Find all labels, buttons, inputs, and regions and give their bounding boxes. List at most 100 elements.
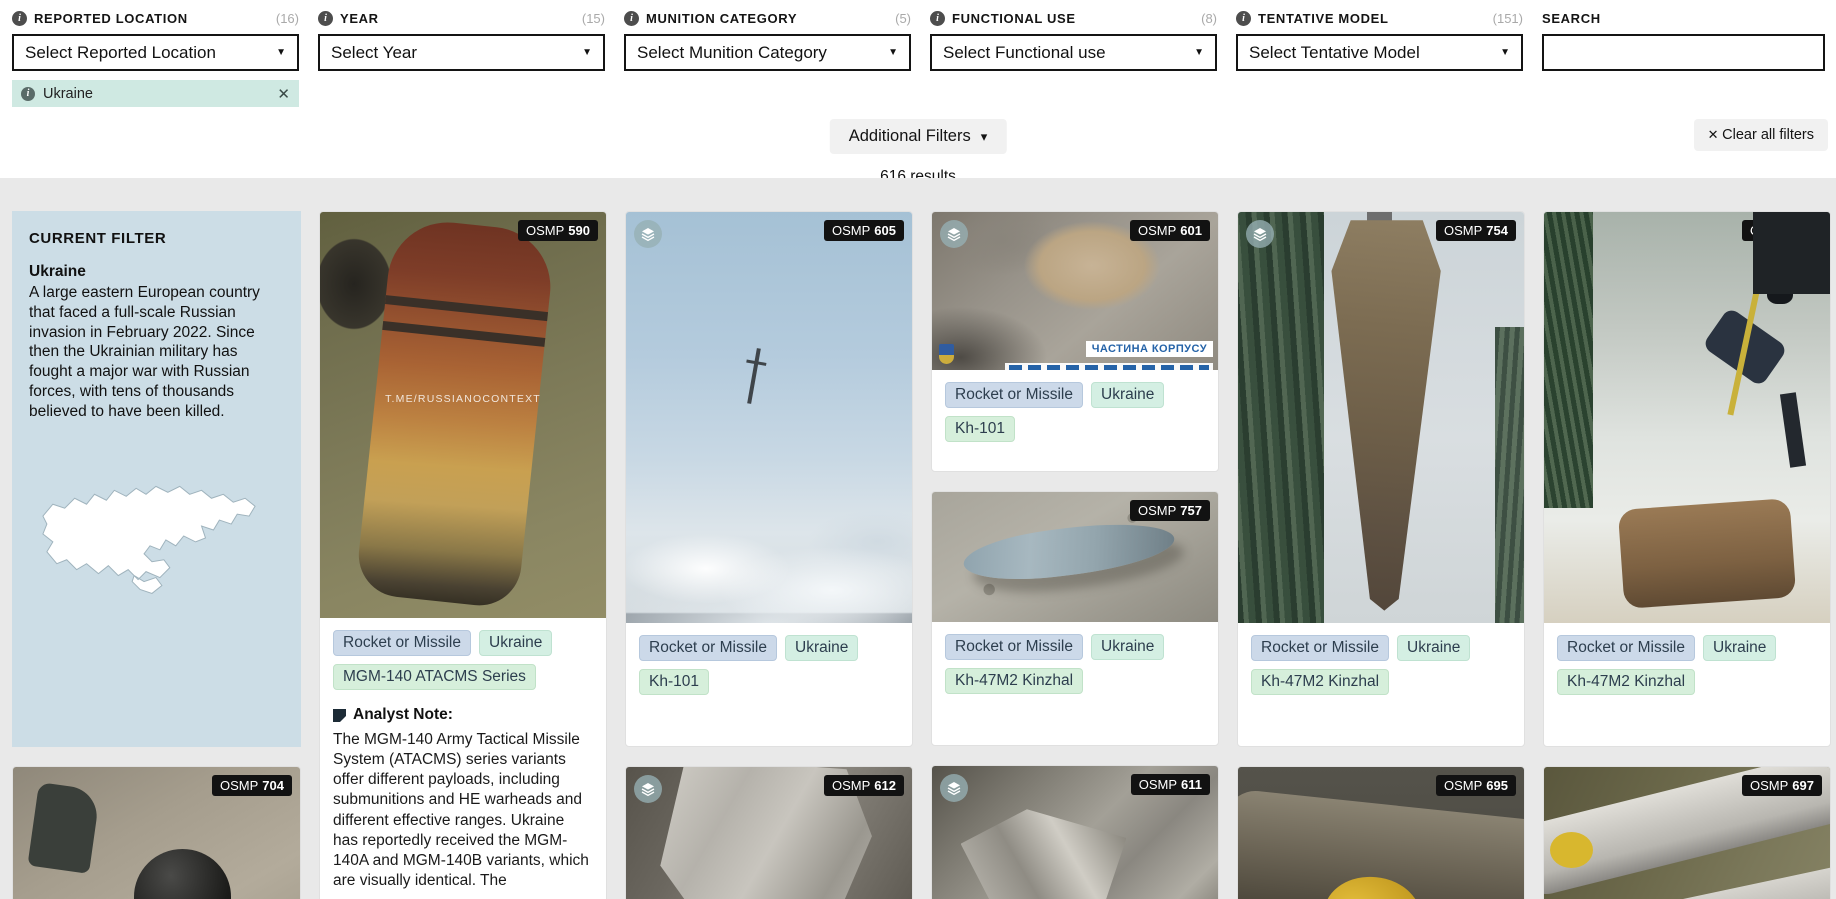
clear-all-filters-button[interactable]: Clear all filters (1693, 119, 1828, 151)
select-placeholder: Select Tentative Model (1249, 42, 1420, 62)
functional-use-select[interactable]: Select Functional use (930, 34, 1217, 71)
tag-model: Kh-47M2 Kinzhal (1251, 669, 1390, 695)
tag-location: Ukraine (1397, 635, 1471, 661)
badge-prefix: OSMP (1750, 223, 1789, 238)
result-card-osmp-590[interactable]: T.ME/RUSSIANOCONTEXT OSMP 590 Rocket or M… (319, 211, 607, 899)
filter-count: (15) (581, 10, 605, 26)
search-input[interactable] (1542, 34, 1825, 71)
layers-icon (940, 774, 968, 802)
info-icon (21, 86, 35, 101)
card-column-5: OSMP 755 Rocket or Missile Ukraine Kh-47M… (1543, 211, 1831, 899)
card-column-2: OSMP 605 Rocket or Missile Ukraine Kh-101 (625, 211, 913, 899)
badge-number: 704 (262, 778, 284, 793)
badge-prefix: OSMP (526, 223, 565, 238)
badge-prefix: OSMP (220, 778, 259, 793)
ukraine-map (29, 454, 284, 609)
result-card-osmp-611[interactable]: OSMP 611 (931, 765, 1219, 899)
munition-photo: OSMP 754 (1238, 212, 1524, 623)
sidebar-column: CURRENT FILTER Ukraine A large eastern E… (12, 211, 301, 899)
filter-group-functional-use: FUNCTIONAL USE (8) Select Functional use (930, 9, 1217, 107)
badge-prefix: OSMP (1444, 778, 1483, 793)
tag-category: Rocket or Missile (945, 382, 1083, 408)
osmp-badge: OSMP 601 (1130, 220, 1210, 241)
filter-group-munition-category: MUNITION CATEGORY (5) Select Munition Ca… (624, 9, 911, 107)
filter-bar: REPORTED LOCATION (16) Select Reported L… (0, 0, 1836, 107)
result-card-osmp-605[interactable]: OSMP 605 Rocket or Missile Ukraine Kh-101 (625, 211, 913, 747)
osmp-badge: OSMP 612 (824, 775, 904, 796)
active-filter-chip-ukraine[interactable]: Ukraine (12, 80, 299, 107)
tag-location: Ukraine (1703, 635, 1777, 661)
badge-number: 697 (1792, 778, 1814, 793)
select-placeholder: Select Year (331, 42, 418, 62)
select-placeholder: Select Munition Category (637, 42, 827, 62)
munition-photo: OSMP 601 ЧАСТИНА КОРПУСУ (932, 212, 1218, 370)
tag-model: MGM-140 ATACMS Series (333, 664, 536, 690)
osmp-badge: OSMP 704 (212, 775, 292, 796)
result-card-osmp-697[interactable]: OSMP 697 (1543, 766, 1831, 899)
filter-label: REPORTED LOCATION (34, 10, 188, 26)
card-column-1: T.ME/RUSSIANOCONTEXT OSMP 590 Rocket or M… (319, 211, 607, 899)
info-icon[interactable] (624, 10, 639, 26)
tag-location: Ukraine (1091, 634, 1165, 660)
info-icon[interactable] (12, 10, 27, 26)
tag-location: Ukraine (1091, 382, 1165, 408)
info-icon[interactable] (1236, 10, 1251, 26)
result-card-osmp-755[interactable]: OSMP 755 Rocket or Missile Ukraine Kh-47M… (1543, 211, 1831, 747)
munition-photo: OSMP 755 (1544, 212, 1830, 623)
badge-prefix: OSMP (1138, 503, 1177, 518)
reported-location-select[interactable]: Select Reported Location (12, 34, 299, 71)
layers-icon (634, 775, 662, 803)
tag-model: Kh-47M2 Kinzhal (945, 668, 1084, 694)
filter-count: (5) (895, 10, 911, 26)
osmp-badge: OSMP 757 (1130, 500, 1210, 521)
tag-category: Rocket or Missile (333, 630, 471, 656)
badge-number: 755 (1792, 223, 1814, 238)
munition-category-select[interactable]: Select Munition Category (624, 34, 911, 71)
result-card-osmp-695[interactable]: OSMP 695 (1237, 766, 1525, 899)
filter-group-reported-location: REPORTED LOCATION (16) Select Reported L… (12, 9, 299, 107)
munition-photo: OSMP 695 (1238, 767, 1524, 899)
munition-photo: OSMP 611 (932, 766, 1218, 899)
badge-number: 605 (874, 223, 896, 238)
badge-number: 754 (1486, 223, 1508, 238)
result-card-osmp-757[interactable]: OSMP 757 Rocket or Missile Ukraine Kh-47M… (931, 491, 1219, 746)
card-column-4: OSMP 754 Rocket or Missile Ukraine Kh-47M… (1237, 211, 1525, 899)
tag-category: Rocket or Missile (945, 634, 1083, 660)
munition-photo: OSMP 757 (932, 492, 1218, 622)
photo-watermark: T.ME/RUSSIANOCONTEXT (385, 392, 541, 405)
current-filter-description: A large eastern European country that fa… (29, 284, 260, 420)
year-select[interactable]: Select Year (318, 34, 605, 71)
osmp-badge: OSMP 755 (1742, 220, 1822, 241)
result-card-osmp-754[interactable]: OSMP 754 Rocket or Missile Ukraine Kh-47M… (1237, 211, 1525, 747)
info-icon[interactable] (318, 10, 333, 26)
select-placeholder: Select Reported Location (25, 42, 216, 62)
badge-prefix: OSMP (1444, 223, 1483, 238)
tentative-model-select[interactable]: Select Tentative Model (1236, 34, 1523, 71)
chip-close-icon[interactable] (277, 85, 290, 103)
badge-prefix: OSMP (1138, 223, 1177, 238)
current-filter-name: Ukraine (29, 263, 86, 280)
chip-label: Ukraine (43, 85, 93, 102)
filter-group-tentative-model: TENTATIVE MODEL (151) Select Tentative M… (1236, 9, 1523, 107)
badge-number: 695 (1486, 778, 1508, 793)
filter-label: TENTATIVE MODEL (1258, 10, 1389, 26)
analyst-note-text: The MGM-140 Army Tactical Missile System… (333, 731, 589, 889)
emblem-watermark (939, 344, 954, 364)
osmp-badge: OSMP 611 (1130, 774, 1210, 795)
tag-category: Rocket or Missile (1557, 635, 1695, 661)
layers-icon (1246, 220, 1274, 248)
osmp-badge: OSMP 697 (1742, 775, 1822, 796)
filter-group-year: YEAR (15) Select Year (318, 9, 605, 107)
search-group: SEARCH (1542, 9, 1829, 107)
filter-label: MUNITION CATEGORY (646, 10, 798, 26)
badge-number: 757 (1180, 503, 1202, 518)
additional-filters-button[interactable]: Additional Filters (829, 119, 1007, 154)
result-card-osmp-612[interactable]: OSMP 612 (625, 766, 913, 899)
results-count-clipped: 616 results (880, 168, 956, 178)
result-card-osmp-601[interactable]: OSMP 601 ЧАСТИНА КОРПУСУ Rocket or Missil… (931, 211, 1219, 472)
filter-count: (151) (1492, 10, 1523, 26)
tag-model: Kh-101 (639, 669, 709, 695)
osmp-badge: OSMP 754 (1436, 220, 1516, 241)
result-card-osmp-704[interactable]: OSMP 704 (12, 766, 301, 899)
info-icon[interactable] (930, 10, 945, 26)
